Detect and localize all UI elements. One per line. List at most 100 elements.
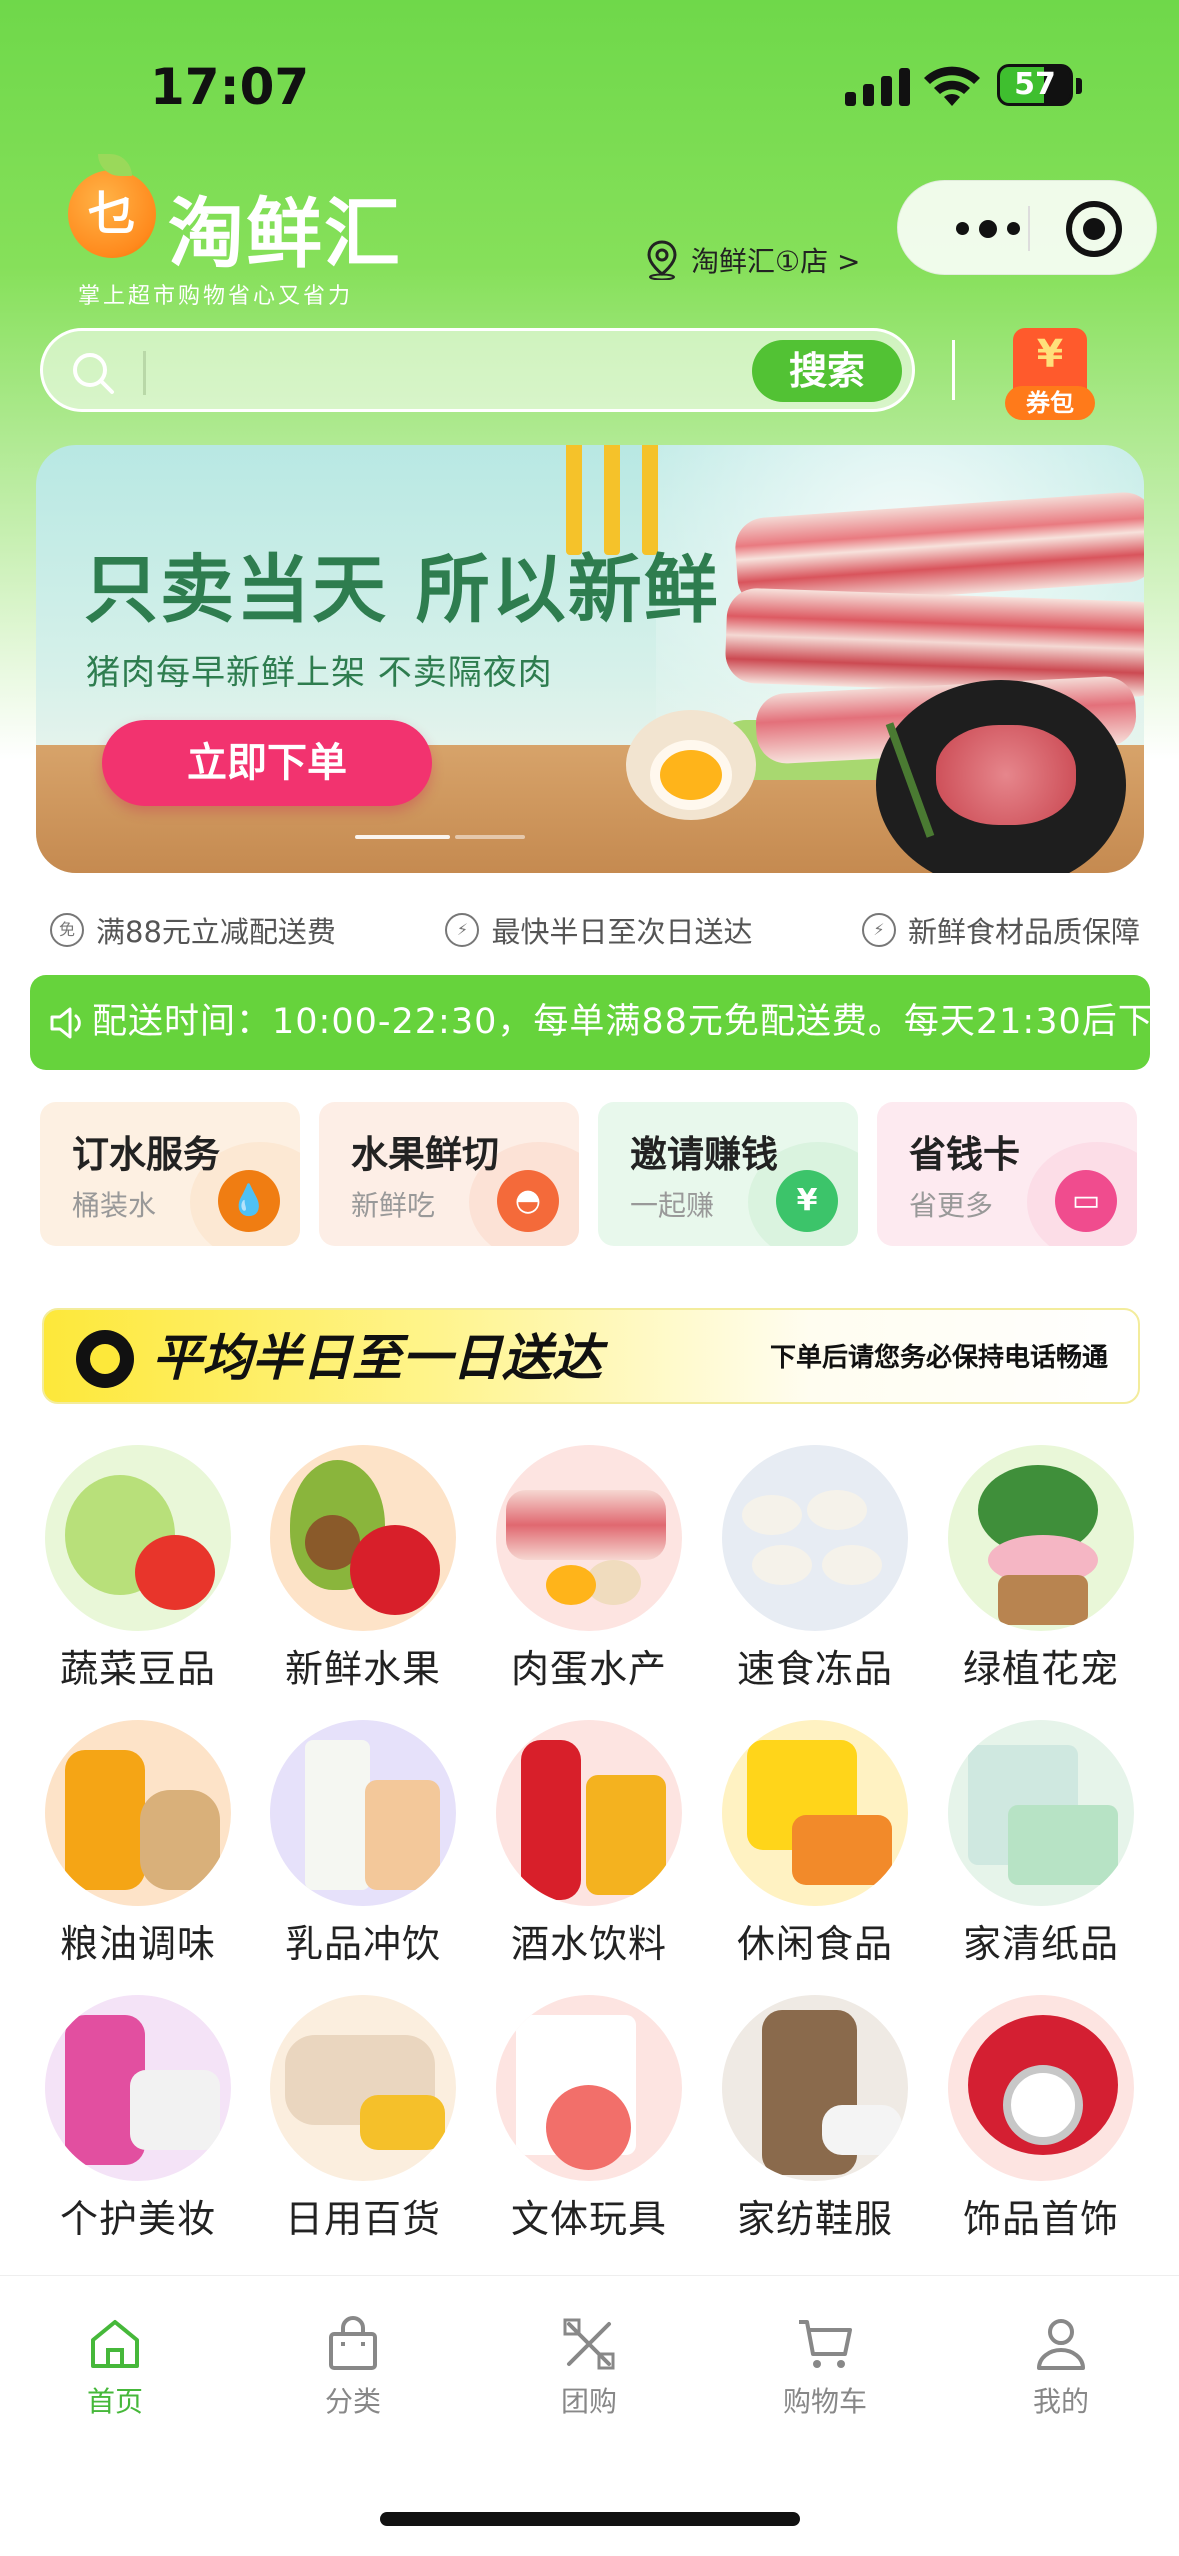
category-label: 休闲食品 [736,1922,893,1966]
feature-text: 最快半日至次日送达 [491,915,753,949]
service-subtitle: 省更多 [909,1189,994,1222]
store-selector[interactable]: 淘鲜汇①店 > [645,240,860,280]
tab-label: 团购 [560,2385,617,2418]
service-subtitle: 一起赚 [630,1189,715,1222]
category-fruits[interactable]: 新鲜水果 [263,1445,463,1705]
search-button[interactable]: 搜索 [752,340,902,402]
clock-icon [76,1330,134,1388]
category-label: 日用百货 [284,2197,441,2241]
category-daily-goods[interactable]: 日用百货 [263,1995,463,2255]
category-drinks[interactable]: 酒水饮料 [489,1720,689,1980]
delivery-notice-bar[interactable]: 配送时间：10:00-22:30，每单满88元免配送费。每天21:30后下单次日… [30,975,1150,1070]
status-time: 17:07 [150,58,310,116]
category-label: 家纺鞋服 [736,2197,893,2241]
tissue-image [948,1720,1134,1906]
category-sports-toys[interactable]: 文体玩具 [489,1995,689,2255]
grain-oil-image [45,1720,231,1906]
more-icon[interactable] [938,181,1038,276]
coupon-bag-button[interactable]: ¥ 券包 [1005,328,1095,422]
bag-icon [329,2316,377,2370]
service-title: 订水服务 [72,1133,220,1176]
carousel-indicator [455,835,525,839]
cracked-egg-image [626,710,756,820]
feature-text: 新鲜食材品质保障 [907,915,1140,949]
coupon-symbol: ¥ [1036,332,1064,376]
dairy-image [270,1720,456,1906]
home-indicator [380,2512,800,2526]
category-meat-eggs-seafood[interactable]: 肉蛋水产 [489,1445,689,1705]
feature-strip: 免 满88元立减配送费 ⚡ 最快半日至次日送达 ⚡ 新鲜食材品质保障 [50,905,1140,955]
user-icon [1037,2319,1085,2370]
banner-title: 只卖当天 所以新鲜 [84,547,720,633]
fruits-image [270,1445,456,1631]
category-label: 粮油调味 [59,1922,216,1966]
category-frozen[interactable]: 速食冻品 [715,1445,915,1705]
coupon-label: 券包 [1005,386,1095,420]
search-icon [73,353,114,394]
service-card-water[interactable]: 订水服务 桶装水 💧 [40,1102,300,1246]
category-label: 家清纸品 [962,1922,1119,1966]
search-separator [952,340,955,400]
category-vegetables[interactable]: 蔬菜豆品 [38,1445,238,1705]
category-label: 乳品冲饮 [284,1922,441,1966]
category-plants-pets[interactable]: 绿植花宠 [941,1445,1141,1705]
jewelry-image [948,1995,1134,2181]
category-textiles-apparel[interactable]: 家纺鞋服 [715,1995,915,2255]
vegetables-image [45,1445,231,1631]
frozen-food-image [722,1445,908,1631]
speaker-icon [50,1007,81,1039]
tab-label: 购物车 [782,2385,867,2418]
tab-category[interactable]: 分类 [278,2314,428,2424]
feature-item: ⚡ 最快半日至次日送达 [445,905,752,955]
plants-image [948,1445,1134,1631]
tab-cart[interactable]: 购物车 [750,2314,900,2424]
notice-text: 配送时间：10:00-22:30，每单满88元免配送费。每天21:30后下单次日… [92,1002,1150,1042]
status-bar: 17:07 57 [0,0,1179,150]
order-now-button[interactable]: 立即下单 [102,720,432,806]
feature-item: 免 满88元立减配送费 [50,905,336,955]
banner-subtitle: 猪肉每早新鲜上架 不卖隔夜肉 [86,653,553,693]
category-personal-care[interactable]: 个护美妆 [38,1995,238,2255]
category-dairy[interactable]: 乳品冲饮 [263,1720,463,1980]
category-grain-oil[interactable]: 粮油调味 [38,1720,238,1980]
category-label: 绿植花宠 [962,1647,1119,1691]
lightning-icon: ⚡ [445,913,480,947]
category-snacks[interactable]: 休闲食品 [715,1720,915,1980]
category-label: 酒水饮料 [510,1922,667,1966]
category-label: 速食冻品 [736,1647,893,1691]
service-subtitle: 桶装水 [72,1189,157,1222]
battery-icon: 57 [997,64,1073,106]
promo-banner[interactable]: 只卖当天 所以新鲜 猪肉每早新鲜上架 不卖隔夜肉 立即下单 [36,445,1144,873]
money-bag-icon: ¥ [776,1170,838,1232]
signal-icon [845,66,910,106]
service-card-invite[interactable]: 邀请赚钱 一起赚 ¥ [598,1102,858,1246]
home-icon [91,2320,139,2368]
mini-program-capsule [897,180,1157,275]
daily-goods-image [270,1995,456,2181]
service-card-savings[interactable]: 省钱卡 省更多 ▭ [877,1102,1137,1246]
category-household-paper[interactable]: 家清纸品 [941,1720,1141,1980]
category-label: 文体玩具 [510,2197,667,2241]
category-label: 饰品首饰 [962,2197,1119,2241]
meat-eggs-image [496,1445,682,1631]
service-card-fruit[interactable]: 水果鲜切 新鲜吃 ◓ [319,1102,579,1246]
category-label: 个护美妆 [59,2197,216,2241]
brand-logo-icon: 乜 [68,154,156,258]
close-target-icon[interactable] [1066,201,1122,257]
personal-care-image [45,1995,231,2181]
tab-home[interactable]: 首页 [40,2314,190,2424]
search-input[interactable] [143,351,146,395]
service-subtitle: 新鲜吃 [351,1189,436,1222]
tab-label: 分类 [324,2385,381,2418]
service-title: 邀请赚钱 [630,1133,778,1176]
delivery-promise-banner: 平均半日至一日送达 下单后请您务必保持电话畅通 [42,1308,1140,1404]
location-pin-icon [647,240,677,280]
battery-level: 57 [1014,67,1056,102]
category-label: 肉蛋水产 [510,1647,667,1691]
store-name: 淘鲜汇①店 > [691,245,861,278]
tab-profile[interactable]: 我的 [986,2314,1136,2424]
tab-group-buy[interactable]: 团购 [514,2314,664,2424]
category-label: 蔬菜豆品 [59,1647,216,1691]
category-jewelry[interactable]: 饰品首饰 [941,1995,1141,2255]
search-bar[interactable]: 搜索 [40,328,915,412]
